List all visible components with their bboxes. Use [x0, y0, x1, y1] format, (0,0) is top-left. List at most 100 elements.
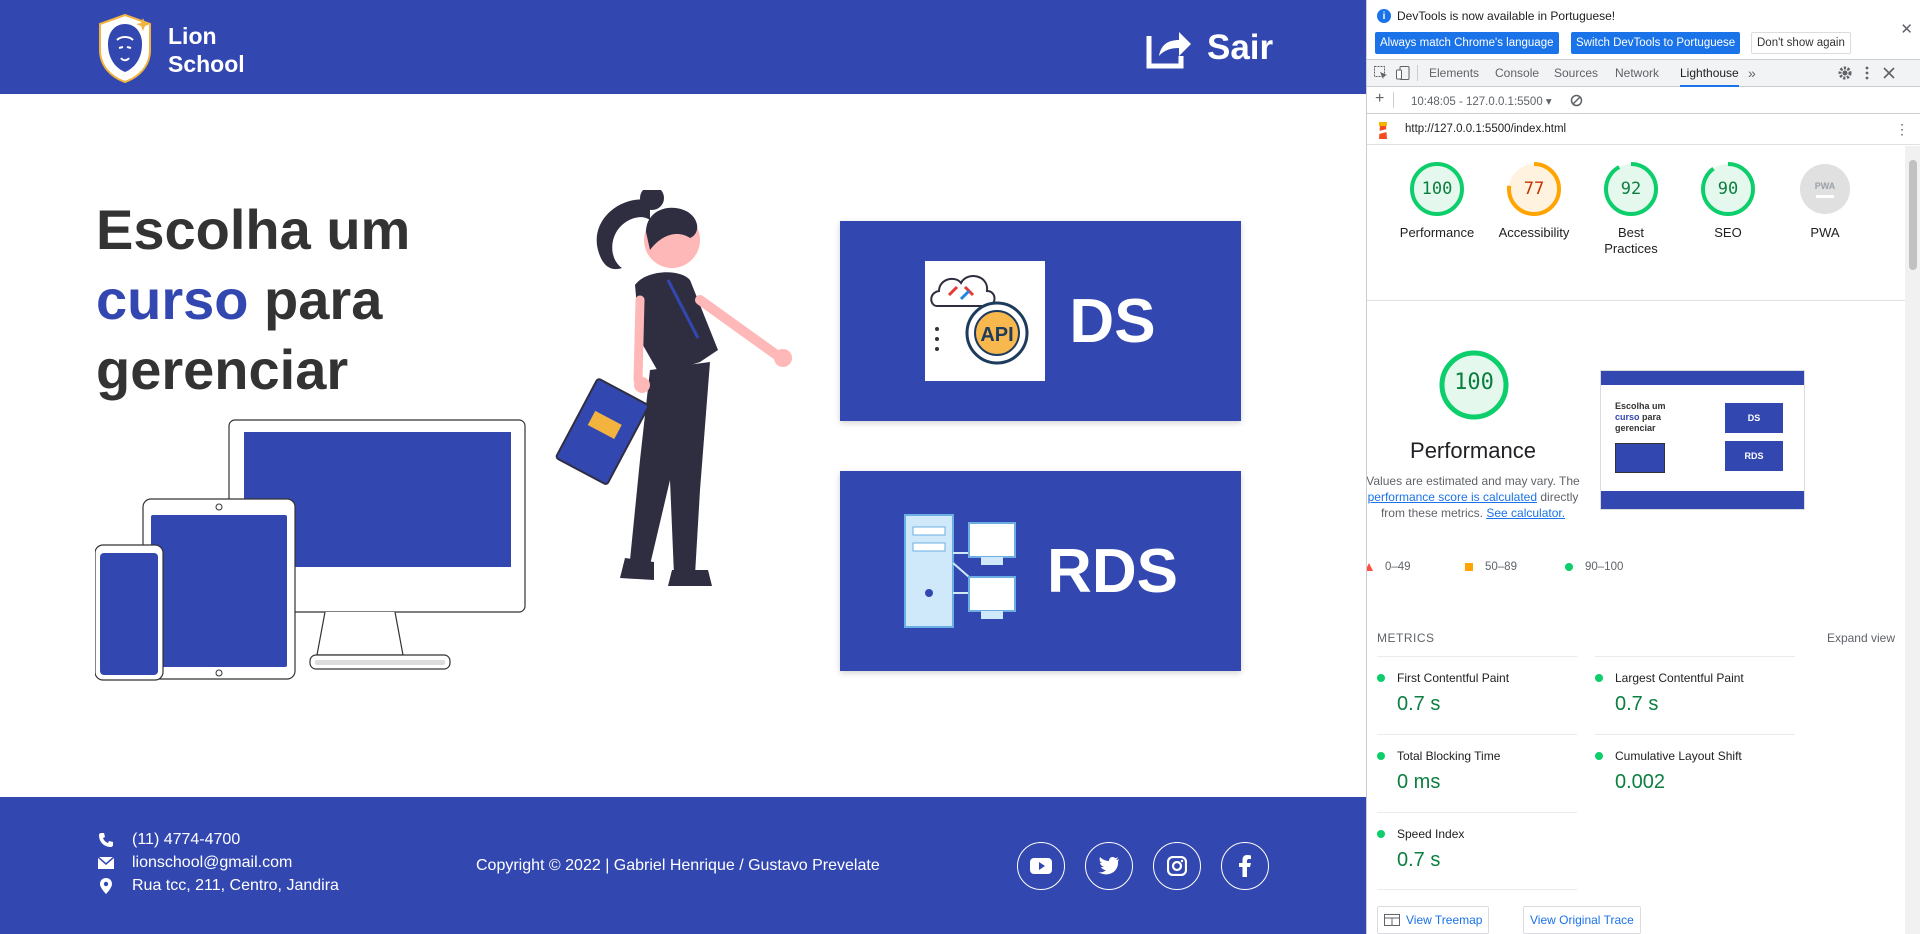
- metric-first-contentful-paint: First Contentful Paint 0.7 s: [1377, 656, 1577, 716]
- course-card-ds[interactable]: API DS: [840, 221, 1241, 421]
- brand-name: Lion School: [168, 22, 245, 78]
- metrics-bottom-divider: [1377, 889, 1577, 890]
- treemap-icon: [1384, 914, 1400, 926]
- devtools-panel: i DevTools is now available in Portugues…: [1366, 0, 1920, 934]
- thumb-hero: Escolha um curso para gerenciar: [1615, 401, 1666, 434]
- hero-title-part3: gerenciar: [96, 338, 349, 401]
- metrics-header: METRICS Expand view: [1377, 631, 1895, 645]
- tab-lighthouse[interactable]: Lighthouse: [1680, 60, 1739, 87]
- tab-console[interactable]: Console: [1495, 60, 1539, 87]
- contact-address-text: Rua tcc, 211, Centro, Jandira: [132, 877, 339, 894]
- thumb-hero-accent: curso: [1615, 412, 1640, 422]
- thumb-footer: [1601, 491, 1804, 509]
- metric-largest-contentful-paint: Largest Contentful Paint 0.7 s: [1595, 656, 1795, 716]
- metric-total-blocking-time: Total Blocking Time 0 ms: [1377, 734, 1577, 794]
- metric-value: 0.7 s: [1615, 693, 1659, 715]
- tab-sources[interactable]: Sources: [1554, 60, 1598, 87]
- lion-logo-icon[interactable]: [95, 12, 155, 84]
- pass-dot-icon: [1595, 674, 1603, 682]
- pwa-badge-icon: PWA: [1798, 162, 1852, 216]
- legend-average-label: 50–89: [1485, 561, 1517, 573]
- logout-button[interactable]: Sair: [1145, 25, 1273, 71]
- hero-title: Escolha um curso para gerenciar: [96, 195, 410, 405]
- view-trace-label: View Original Trace: [1530, 913, 1634, 927]
- site-header: Lion School Sair: [0, 0, 1366, 94]
- facebook-link[interactable]: [1221, 842, 1269, 890]
- copyright-text: Copyright © 2022 | Gabriel Henrique / Gu…: [476, 857, 880, 874]
- youtube-link[interactable]: [1017, 842, 1065, 890]
- view-treemap-button[interactable]: View Treemap: [1377, 906, 1490, 934]
- see-calculator-link[interactable]: See calculator.: [1486, 506, 1565, 520]
- dont-show-again-button[interactable]: Don't show again: [1751, 32, 1851, 54]
- envelope-icon: [96, 857, 116, 869]
- thumb-header: [1601, 371, 1804, 385]
- thumb-card-rds: RDS: [1725, 441, 1783, 471]
- report-scrollbar[interactable]: [1905, 146, 1920, 934]
- view-original-trace-button[interactable]: View Original Trace: [1523, 906, 1641, 934]
- metric-speed-index: Speed Index 0.7 s: [1377, 812, 1577, 872]
- metric-value: 0.7 s: [1397, 849, 1441, 871]
- course-card-rds[interactable]: RDS: [840, 471, 1241, 671]
- gauge-performance-score: 100: [1421, 179, 1453, 199]
- legend-average: 50–89: [1465, 561, 1517, 573]
- instagram-link[interactable]: [1153, 842, 1201, 890]
- pass-dot-icon: [1377, 830, 1385, 838]
- close-infobar-icon[interactable]: ✕: [1900, 20, 1913, 38]
- contact-email-text: lionschool@gmail.com: [132, 854, 293, 871]
- hero-title-accent: curso: [96, 268, 249, 331]
- report-select-value: 10:48:05 - 127.0.0.1:5500: [1411, 96, 1543, 108]
- url-bar-menu-icon[interactable]: ⋮: [1895, 121, 1909, 138]
- pass-dot-icon: [1377, 674, 1385, 682]
- performance-big-score: 100: [1454, 370, 1494, 395]
- final-screenshot-thumbnail[interactable]: Escolha um curso para gerenciar DS RDS: [1600, 370, 1805, 510]
- metric-value: 0.7 s: [1397, 693, 1441, 715]
- clear-reports-icon[interactable]: [1570, 94, 1583, 107]
- hero-title-part2: para: [248, 268, 383, 331]
- metric-value: 0.002: [1615, 771, 1666, 793]
- report-select[interactable]: 10:48:05 - 127.0.0.1:5500 ▾: [1411, 94, 1552, 108]
- toolbar-divider: [1393, 92, 1394, 108]
- perf-score-calculated-link[interactable]: performance score is calculated: [1368, 490, 1537, 504]
- inspect-element-icon[interactable]: [1373, 65, 1389, 81]
- gauge-seo-label: SEO: [1714, 225, 1742, 240]
- gauge-pwa-label: PWA: [1810, 225, 1840, 240]
- settings-gear-icon[interactable]: [1837, 65, 1853, 81]
- always-match-language-button[interactable]: Always match Chrome's language: [1375, 32, 1559, 54]
- legend-fail-label: 0–49: [1385, 561, 1411, 573]
- contact-email: lionschool@gmail.com: [96, 854, 292, 872]
- woman-with-book-illustration: [555, 190, 792, 586]
- device-toolbar-icon[interactable]: [1395, 65, 1411, 81]
- more-tabs-chevron-icon[interactable]: »: [1748, 60, 1756, 87]
- twitter-link[interactable]: [1085, 842, 1133, 890]
- metric-name: Cumulative Layout Shift: [1615, 749, 1742, 763]
- twitter-icon: [1098, 857, 1119, 875]
- scrollbar-thumb[interactable]: [1909, 160, 1917, 270]
- legend-fail: 0–49: [1367, 561, 1411, 573]
- logout-share-icon: [1146, 32, 1191, 69]
- thumb-hero-1: Escolha um: [1615, 401, 1666, 411]
- tabbar-divider: [1417, 65, 1418, 81]
- course-card-rds-label: RDS: [1047, 536, 1178, 606]
- website-viewport: Lion School Sair Escolha um curso para g…: [0, 0, 1366, 934]
- site-footer: (11) 4774-4700 lionschool@gmail.com Rua …: [0, 797, 1366, 934]
- phone-icon: [96, 832, 116, 848]
- metric-name: Total Blocking Time: [1397, 749, 1501, 763]
- brand-line-1: Lion: [168, 23, 217, 49]
- youtube-icon: [1030, 858, 1052, 874]
- expand-view-toggle[interactable]: Expand view: [1827, 631, 1895, 645]
- tab-network[interactable]: Network: [1615, 60, 1659, 87]
- thumb-card-ds: DS: [1725, 403, 1783, 433]
- tab-elements[interactable]: Elements: [1429, 60, 1479, 87]
- more-options-icon[interactable]: [1859, 65, 1875, 81]
- switch-to-portuguese-button[interactable]: Switch DevTools to Portuguese: [1571, 32, 1741, 54]
- new-report-plus-icon[interactable]: +: [1375, 90, 1384, 108]
- metrics-title: METRICS: [1377, 631, 1435, 645]
- lighthouse-url-bar: http://127.0.0.1:5500/index.html ⋮: [1367, 115, 1920, 145]
- performance-description: Values are estimated and may vary. The p…: [1367, 473, 1587, 521]
- thumb-hero-2: para: [1639, 412, 1662, 422]
- pass-dot-icon: [1377, 752, 1385, 760]
- logout-label: Sair: [1207, 28, 1274, 67]
- report-url[interactable]: http://127.0.0.1:5500/index.html: [1405, 123, 1566, 135]
- close-devtools-icon[interactable]: [1881, 65, 1897, 81]
- info-icon: i: [1377, 9, 1391, 23]
